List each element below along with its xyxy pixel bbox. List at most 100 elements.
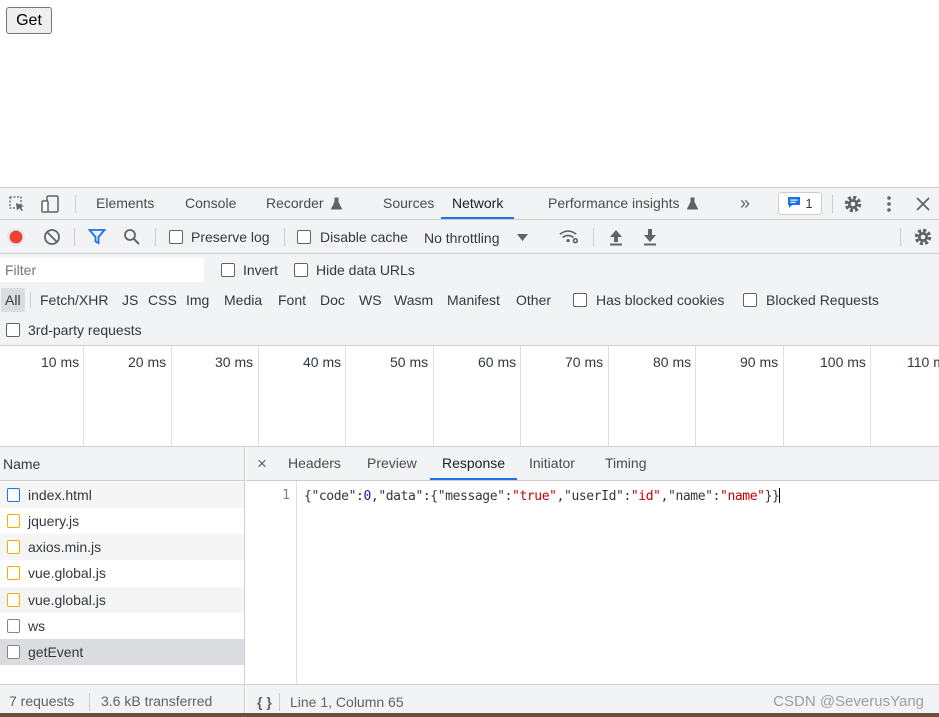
filter-icon[interactable]: [87, 227, 107, 247]
page-viewport: Get: [0, 0, 939, 187]
tab-headers[interactable]: Headers: [288, 447, 341, 480]
request-row[interactable]: ws: [0, 613, 244, 639]
tab-recorder-label: Recorder: [266, 195, 324, 211]
throttling-select[interactable]: No throttling: [424, 220, 529, 254]
disable-cache-checkbox[interactable]: [297, 230, 311, 244]
json-key: "message": [437, 489, 505, 504]
more-tabs-icon[interactable]: »: [740, 188, 750, 219]
script-file-icon: [7, 593, 20, 607]
request-row[interactable]: jquery.js: [0, 508, 244, 534]
json-punctuation: ,: [660, 489, 669, 504]
tab-performance-insights[interactable]: Performance insights: [548, 188, 699, 221]
tab-console[interactable]: Console: [185, 188, 236, 219]
clear-icon[interactable]: [42, 227, 62, 247]
flask-icon: [687, 190, 699, 221]
tick-label: 20 ms: [128, 354, 167, 370]
disable-cache-label: Disable cache: [320, 229, 408, 245]
filter-type-css[interactable]: CSS: [148, 288, 177, 312]
tab-recorder[interactable]: Recorder: [266, 188, 343, 219]
filter-type-font[interactable]: Font: [278, 288, 306, 312]
tick-label: 30 ms: [215, 354, 254, 370]
json-key: "userId": [564, 489, 624, 504]
tick-label: 80 ms: [653, 354, 692, 370]
document-file-icon: [7, 488, 20, 502]
request-detail: × Headers Preview Response Initiator Tim…: [246, 447, 939, 717]
get-button[interactable]: Get: [6, 7, 52, 34]
filter-type-js[interactable]: JS: [122, 288, 138, 312]
request-name: index.html: [28, 487, 92, 503]
filter-input[interactable]: [0, 258, 204, 282]
tab-preview[interactable]: Preview: [367, 447, 417, 480]
json-punctuation: ,: [556, 489, 565, 504]
json-punctuation: :{: [422, 489, 438, 504]
tick-label: 70 ms: [565, 354, 604, 370]
request-row[interactable]: axios.min.js: [0, 534, 244, 560]
third-party-checkbox[interactable]: [6, 323, 20, 337]
text-cursor: [779, 488, 781, 503]
blank-file-icon: [7, 645, 20, 659]
request-name: vue.global.js: [28, 565, 106, 581]
filter-type-manifest[interactable]: Manifest: [447, 288, 500, 312]
tick-label: 50 ms: [390, 354, 429, 370]
throttling-value: No throttling: [424, 230, 500, 246]
request-row[interactable]: index.html: [0, 482, 244, 508]
request-row-selected[interactable]: getEvent: [0, 639, 244, 665]
tick-label: 40 ms: [303, 354, 342, 370]
tab-performance-insights-label: Performance insights: [548, 195, 680, 211]
devtools-panel: Elements Console Recorder Sources Networ…: [0, 187, 939, 717]
filter-type-other[interactable]: Other: [516, 288, 551, 312]
has-blocked-cookies-checkbox[interactable]: [573, 293, 587, 307]
record-icon[interactable]: [6, 227, 26, 247]
issues-count: 1: [805, 196, 813, 211]
request-row[interactable]: vue.global.js: [0, 587, 244, 613]
close-detail-icon[interactable]: ×: [257, 447, 267, 480]
inspect-element-icon[interactable]: [7, 194, 27, 214]
kebab-menu-icon[interactable]: [879, 194, 899, 214]
request-name: vue.global.js: [28, 592, 106, 608]
settings-gear-icon[interactable]: [843, 194, 863, 214]
request-list: Name index.html jquery.js axios.min.js v…: [0, 447, 245, 717]
preserve-log-label: Preserve log: [191, 229, 270, 245]
detail-tabbar: × Headers Preview Response Initiator Tim…: [246, 447, 939, 481]
json-punctuation: }}: [764, 489, 780, 504]
device-toolbar-icon[interactable]: [40, 194, 60, 214]
tick-label: 60 ms: [478, 354, 517, 370]
json-string: "id": [630, 489, 661, 504]
devtools-tabbar: Elements Console Recorder Sources Networ…: [0, 188, 939, 220]
name-column-header[interactable]: Name: [0, 447, 244, 481]
invert-checkbox[interactable]: [221, 263, 235, 277]
bottom-strip: [0, 713, 939, 717]
network-settings-gear-icon[interactable]: [913, 227, 933, 247]
search-icon[interactable]: [122, 227, 142, 247]
request-name: axios.min.js: [28, 539, 102, 555]
network-toolbar: Preserve log Disable cache No throttling: [0, 220, 939, 254]
tab-timing[interactable]: Timing: [605, 447, 647, 480]
tab-network[interactable]: Network: [441, 188, 515, 219]
network-conditions-icon[interactable]: [559, 227, 579, 247]
hide-data-urls-checkbox[interactable]: [294, 263, 308, 277]
has-blocked-cookies-label: Has blocked cookies: [596, 292, 725, 308]
filter-type-media[interactable]: Media: [224, 288, 262, 312]
request-row[interactable]: vue.global.js: [0, 560, 244, 586]
filter-type-doc[interactable]: Doc: [320, 288, 345, 312]
response-body[interactable]: {"code":0,"data":{"message":"true","user…: [304, 488, 781, 504]
filter-type-img[interactable]: Img: [186, 288, 209, 312]
tab-sources[interactable]: Sources: [383, 188, 434, 219]
json-number: 0: [363, 489, 371, 504]
filter-type-all[interactable]: All: [1, 288, 25, 312]
close-devtools-icon[interactable]: [913, 194, 933, 214]
third-party-label: 3rd-party requests: [28, 322, 142, 338]
line-gutter: 1: [246, 481, 297, 684]
tab-elements[interactable]: Elements: [96, 188, 154, 219]
filter-type-fetch-xhr[interactable]: Fetch/XHR: [40, 288, 108, 312]
export-har-icon[interactable]: [640, 227, 660, 247]
blocked-requests-checkbox[interactable]: [743, 293, 757, 307]
filter-type-wasm[interactable]: Wasm: [394, 288, 433, 312]
import-har-icon[interactable]: [606, 227, 626, 247]
issues-badge[interactable]: 1: [778, 192, 822, 215]
waterfall-overview[interactable]: 10 ms 20 ms 30 ms 40 ms 50 ms 60 ms 70 m…: [0, 346, 939, 447]
tab-initiator[interactable]: Initiator: [529, 447, 575, 480]
filter-type-ws[interactable]: WS: [359, 288, 382, 312]
tab-response[interactable]: Response: [430, 447, 518, 480]
preserve-log-checkbox[interactable]: [169, 230, 183, 244]
